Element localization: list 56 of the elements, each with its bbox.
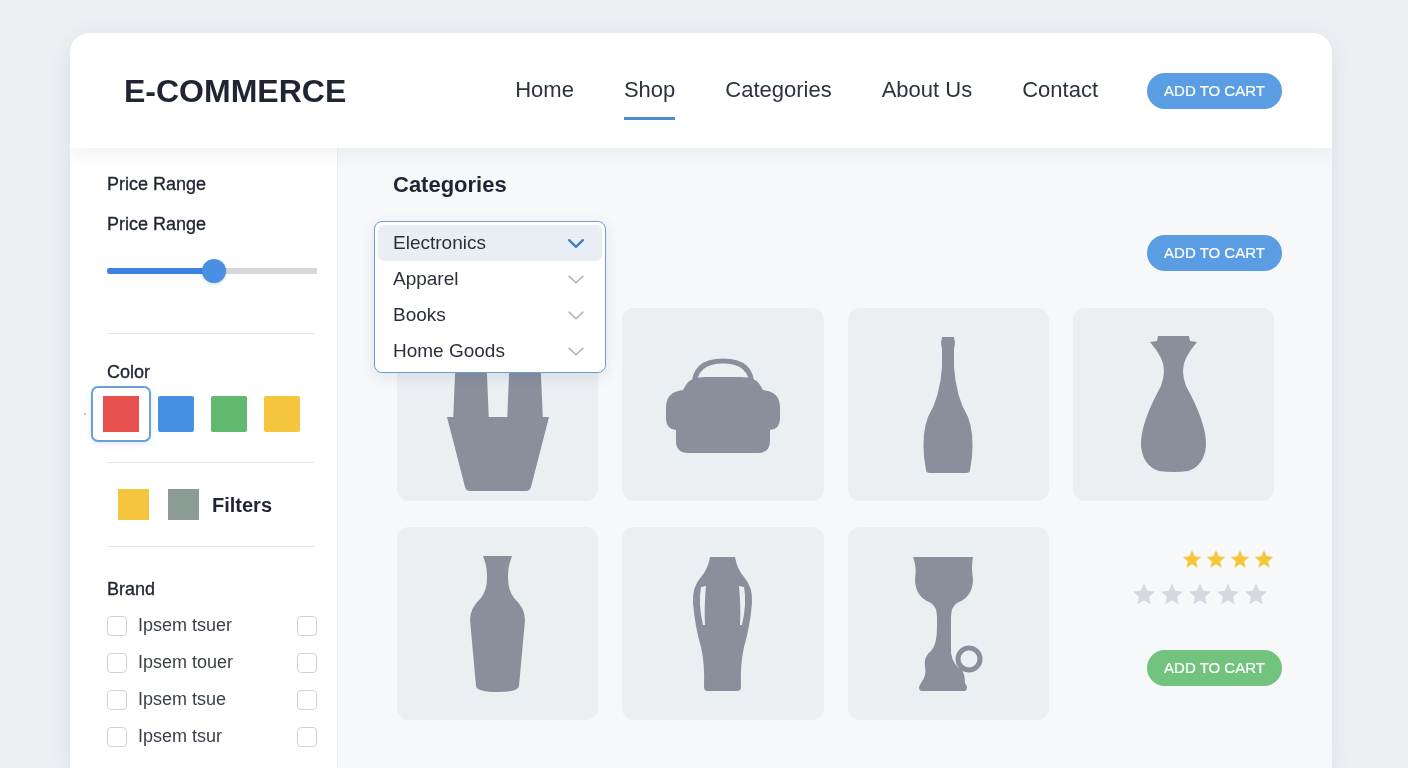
star-icon [1244, 582, 1268, 606]
section-title: Color [107, 361, 150, 384]
checkbox[interactable] [297, 689, 317, 710]
section-title: Categories [393, 172, 507, 198]
brand-label: Ipsem touer [138, 651, 234, 674]
checkbox[interactable] [297, 726, 317, 747]
checkbox[interactable] [297, 652, 317, 673]
nav-tab[interactable]: About Us [881, 61, 973, 120]
amphora-icon [692, 556, 754, 691]
swatch-icon[interactable] [118, 489, 149, 520]
goblet-icon [913, 556, 984, 691]
brand-label: Ipsem tsur [138, 725, 223, 748]
star-icon [1206, 549, 1226, 569]
checkbox[interactable] [107, 689, 127, 710]
star-icon [1132, 582, 1156, 606]
section-title: Brand [107, 578, 156, 601]
dropdown-option[interactable]: Home Goods [378, 333, 602, 369]
swatch-icon[interactable] [91, 385, 151, 442]
dropdown-option[interactable]: Apparel [378, 261, 602, 297]
filters-label: Filters [212, 492, 273, 518]
brand-label: Ipsem tsue [138, 688, 227, 711]
slider-thumb[interactable] [202, 259, 227, 283]
checkbox[interactable] [297, 615, 317, 636]
star-icon [1230, 549, 1250, 569]
swatch-icon[interactable] [158, 395, 194, 432]
checkbox[interactable] [107, 615, 127, 636]
section-title: Price Range [107, 173, 207, 196]
star-icon [1188, 582, 1212, 606]
handbag-icon [665, 356, 780, 453]
dropdown-option[interactable]: Electronics [378, 225, 602, 261]
bucket-icon [446, 370, 549, 491]
vase-icon [470, 555, 526, 692]
nav-tab[interactable]: Contact [1022, 61, 1098, 120]
logo[interactable]: E-COMMERCE [124, 71, 347, 110]
checkbox[interactable] [107, 726, 127, 747]
star-icon [1182, 549, 1202, 569]
star-icon [1254, 549, 1274, 569]
swatch-icon[interactable] [211, 395, 247, 432]
star-icon [1160, 582, 1184, 606]
nav-tab[interactable]: Shop [623, 61, 676, 120]
slider-label: Price Range [107, 213, 207, 236]
chevron-down-icon [568, 310, 584, 320]
vase-icon [1139, 336, 1207, 473]
chevron-down-icon [568, 274, 584, 284]
star-icon [1216, 582, 1240, 606]
chevron-down-icon [568, 238, 584, 248]
bottle-icon [922, 336, 975, 473]
category-dropdown[interactable]: Electronics Apparel Books Home Goods [374, 221, 606, 373]
chevron-down-icon [568, 346, 584, 356]
swatch-icon[interactable] [264, 395, 300, 432]
nav-tab[interactable]: Home [515, 61, 574, 120]
dropdown-option[interactable]: Books [378, 297, 602, 333]
checkbox[interactable] [107, 652, 127, 673]
nav-tab[interactable]: Categories [725, 61, 832, 120]
swatch-icon[interactable] [168, 489, 199, 520]
brand-label: Ipsem tsuer [138, 614, 233, 637]
